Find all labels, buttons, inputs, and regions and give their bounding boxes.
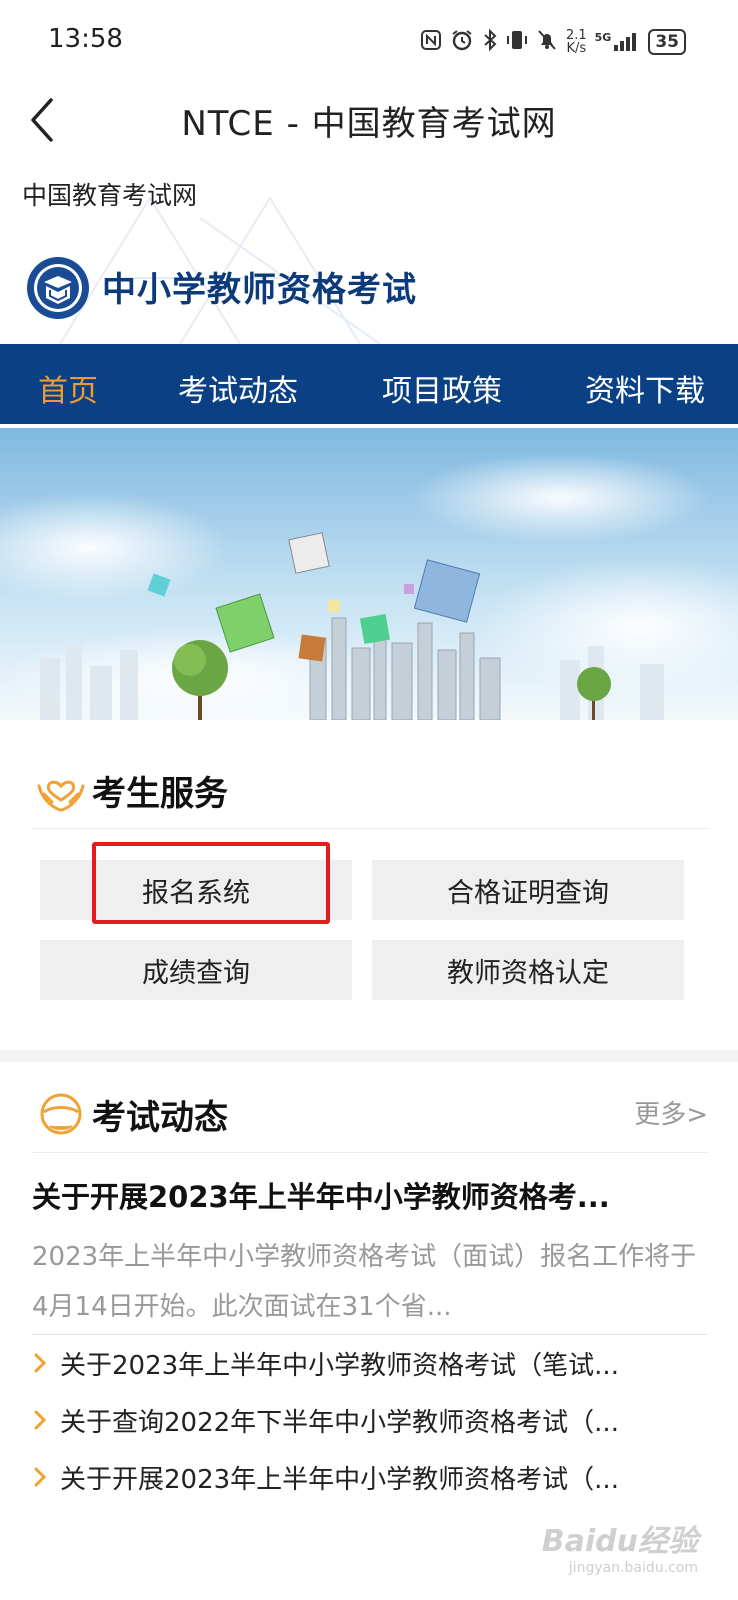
- nav-item-policy[interactable]: 项目政策: [382, 366, 502, 410]
- section-divider: [0, 1050, 738, 1062]
- list-item[interactable]: 关于开展2023年上半年中小学教师资格考试（...: [32, 1459, 672, 1499]
- signal-icon: 5G: [595, 31, 641, 53]
- list-item[interactable]: 关于2023年上半年中小学教师资格考试（笔试...: [32, 1345, 672, 1385]
- more-link[interactable]: 更多>: [634, 1094, 708, 1131]
- news-badge-icon: [40, 1093, 82, 1135]
- signal-label: 5G: [594, 31, 612, 44]
- news-divider: [32, 1334, 708, 1335]
- chevron-right-icon: [34, 1410, 47, 1430]
- status-bar: 13:58 2.1 K/s 5G 35: [0, 0, 738, 82]
- list-item-label: 关于开展2023年上半年中小学教师资格考试（...: [60, 1465, 619, 1495]
- watermark-text: Baidu经验: [541, 1524, 698, 1559]
- certificate-query-button[interactable]: 合格证明查询: [372, 860, 684, 920]
- banner-illustration: [0, 428, 738, 720]
- score-query-button[interactable]: 成绩查询: [40, 940, 352, 1000]
- news-headline[interactable]: 关于开展2023年上半年中小学教师资格考...: [32, 1174, 672, 1216]
- network-speed-unit: K/s: [566, 41, 587, 56]
- site-header: 中国教育考试网 中小学教师资格考试: [0, 158, 738, 344]
- chevron-right-icon: [34, 1467, 47, 1487]
- main-nav: 首页 考试动态 项目政策 资料下载: [0, 344, 738, 424]
- news-header: 考试动态 更多>: [32, 1064, 708, 1153]
- news-summary[interactable]: 2023年上半年中小学教师资格考试（面试）报名工作将于4月14日开始。此次面试在…: [32, 1232, 704, 1332]
- exam-news-section: 考试动态 更多> 关于开展2023年上半年中小学教师资格考... 2023年上半…: [0, 1062, 738, 1540]
- list-item[interactable]: 关于查询2022年下半年中小学教师资格考试（...: [32, 1402, 672, 1442]
- banner-image[interactable]: [0, 428, 738, 720]
- battery-icon: 35: [648, 29, 686, 55]
- news-title: 考试动态: [92, 1098, 228, 1138]
- heart-hands-icon: [37, 780, 85, 812]
- mute-icon: [536, 28, 558, 57]
- nfc-icon: [420, 29, 442, 56]
- registration-highlight-box: [92, 842, 330, 924]
- baidu-watermark: Baidu经验 jingyan.baidu.com: [542, 1516, 698, 1576]
- page-title: NTCE - 中国教育考试网: [181, 104, 557, 144]
- services-header: 考生服务: [32, 740, 708, 829]
- list-item-label: 关于2023年上半年中小学教师资格考试（笔试...: [60, 1351, 619, 1381]
- services-title: 考生服务: [92, 774, 228, 814]
- alarm-icon: [450, 28, 474, 57]
- network-speed: 2.1 K/s: [566, 29, 587, 55]
- site-small-title[interactable]: 中国教育考试网: [22, 176, 197, 212]
- ntce-logo-icon: [27, 257, 89, 319]
- nav-item-home[interactable]: 首页: [38, 366, 98, 410]
- teacher-certification-button[interactable]: 教师资格认定: [372, 940, 684, 1000]
- site-name[interactable]: 中小学教师资格考试: [102, 262, 417, 311]
- status-time: 13:58: [48, 24, 123, 54]
- status-icons: 2.1 K/s 5G 35: [420, 24, 686, 60]
- list-item-label: 关于查询2022年下半年中小学教师资格考试（...: [60, 1408, 619, 1438]
- nav-item-downloads[interactable]: 资料下载: [585, 366, 705, 410]
- chevron-right-icon: [34, 1353, 47, 1373]
- title-bar: NTCE - 中国教育考试网: [0, 82, 738, 159]
- bluetooth-icon: [482, 28, 498, 57]
- vibrate-icon: [506, 28, 528, 57]
- watermark-sub: jingyan.baidu.com: [568, 1560, 698, 1576]
- nav-item-exam-news[interactable]: 考试动态: [178, 366, 298, 410]
